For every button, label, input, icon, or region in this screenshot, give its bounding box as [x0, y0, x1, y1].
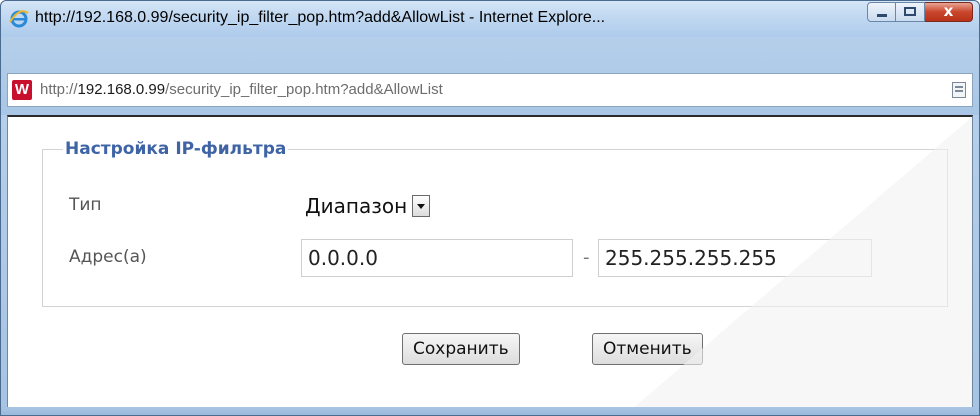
- close-button[interactable]: x: [925, 2, 973, 22]
- window-frame-bottom: [1, 407, 979, 415]
- address-label: Адрес(а): [69, 247, 147, 267]
- title-bar[interactable]: http://192.168.0.99/security_ip_filter_p…: [1, 1, 979, 37]
- close-icon: x: [943, 2, 954, 20]
- maximize-button[interactable]: [896, 2, 925, 22]
- ip-from-input[interactable]: [301, 239, 573, 277]
- range-separator: -: [583, 247, 590, 268]
- minimize-icon: [877, 14, 887, 17]
- cancel-button[interactable]: Отменить: [592, 333, 703, 365]
- page-content: Настройка IP-фильтра Тип Диапазон Адрес(…: [7, 115, 973, 409]
- minimize-button[interactable]: [867, 2, 896, 22]
- window-title: http://192.168.0.99/security_ip_filter_p…: [35, 9, 606, 26]
- type-label: Тип: [69, 195, 102, 215]
- address-url[interactable]: http://192.168.0.99/security_ip_filter_p…: [40, 81, 443, 98]
- ip-to-input[interactable]: [598, 239, 872, 277]
- address-bar[interactable]: W http://192.168.0.99/security_ip_filter…: [7, 73, 973, 107]
- url-host: 192.168.0.99: [77, 81, 166, 98]
- url-prefix: http://: [40, 81, 78, 98]
- compatibility-view-icon[interactable]: [952, 82, 966, 98]
- type-select[interactable]: Диапазон: [301, 190, 431, 222]
- settings-legend: Настройка IP-фильтра: [65, 139, 287, 159]
- ip-filter-settings: Настройка IP-фильтра Тип Диапазон Адрес(…: [42, 139, 948, 307]
- chevron-down-icon[interactable]: [412, 195, 431, 217]
- site-logo-icon: W: [12, 80, 32, 100]
- window-controls: x: [867, 2, 973, 24]
- save-button[interactable]: Сохранить: [402, 333, 520, 365]
- internet-explorer-icon: [9, 10, 29, 28]
- url-path: /security_ip_filter_pop.htm?add&AllowLis…: [165, 81, 443, 98]
- maximize-icon: [904, 7, 916, 16]
- type-select-value: Диапазон: [305, 194, 408, 218]
- browser-window: http://192.168.0.99/security_ip_filter_p…: [0, 0, 980, 416]
